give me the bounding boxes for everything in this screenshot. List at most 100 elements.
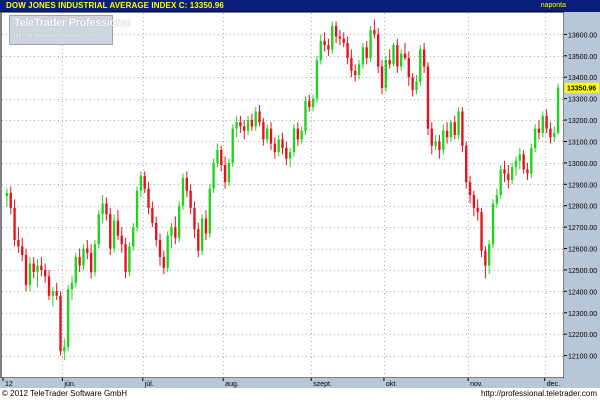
teletrader-logo: TeleTrader Professional http://professio… <box>9 15 131 45</box>
time-tick-label: jún. <box>63 381 75 388</box>
candle-body-up <box>82 248 85 266</box>
candle-body-down <box>78 257 81 266</box>
candle-body-down <box>105 203 108 215</box>
candle-body-down <box>549 128 552 138</box>
candle-body-down <box>197 229 200 251</box>
candle-body-down <box>453 122 456 136</box>
candles <box>5 19 560 360</box>
candle-body-down <box>507 173 510 181</box>
candle-body-down <box>411 77 414 91</box>
candle-body-down <box>258 111 261 123</box>
candle-body-up <box>457 111 460 136</box>
candle-body-up <box>51 291 55 296</box>
candle-body-down <box>522 154 525 170</box>
candle-body-down <box>334 25 338 37</box>
candle-body-down <box>476 207 479 213</box>
candle-body-up <box>510 167 514 181</box>
candle-body-down <box>346 42 349 58</box>
price-tick-label: 13100.00 <box>568 139 597 146</box>
candle-body-up <box>300 130 303 140</box>
candle-body-up <box>277 139 280 153</box>
candle-body-up <box>315 60 319 99</box>
candle-body-down <box>373 30 376 35</box>
candle-body-down <box>472 195 476 208</box>
candle-body-up <box>518 154 521 161</box>
candle-body-up <box>304 100 307 131</box>
candle-body-up <box>93 244 97 273</box>
price-tick-label: 12200.00 <box>568 332 597 339</box>
candle-body-up <box>514 160 518 168</box>
candle-body-up <box>231 128 234 163</box>
candle-body-down <box>445 130 449 138</box>
candle-body-down <box>9 192 12 208</box>
candle-body-down <box>296 128 299 140</box>
candle-body-up <box>5 192 9 197</box>
candle-body-up <box>556 87 560 133</box>
candle-body-down <box>537 128 541 133</box>
candle-body-down <box>174 227 177 238</box>
candle-body-up <box>266 128 269 140</box>
candle-body-down <box>155 222 158 240</box>
candle-body-down <box>116 220 120 236</box>
candle-body-down <box>262 122 265 140</box>
price-tick-label: 12900.00 <box>568 182 597 189</box>
candle-body-down <box>468 182 472 195</box>
logo-url: http://professional.teletrader.com <box>14 33 94 39</box>
candle-body-down <box>526 169 529 174</box>
candle-body-down <box>40 265 43 270</box>
candle-body-up <box>177 205 181 238</box>
candle-body-down <box>484 250 487 266</box>
time-axis-area <box>0 378 600 388</box>
candle-body-up <box>28 263 32 285</box>
candle-body-down <box>273 143 277 153</box>
candle-body-up <box>392 45 395 65</box>
candle-body-down <box>503 169 506 174</box>
candle-body-up <box>227 162 231 183</box>
candle-body-up <box>384 60 388 88</box>
candle-body-down <box>120 235 123 245</box>
time-tick-label: dec. <box>547 381 560 388</box>
candle-body-down <box>338 36 342 39</box>
candle-body-up <box>449 122 453 138</box>
candle-body-down <box>162 257 166 268</box>
price-tick-label: 12700.00 <box>568 225 597 232</box>
candle-body-down <box>44 269 47 277</box>
time-tick-label: szept. <box>313 381 332 388</box>
candle-body-down <box>461 111 464 146</box>
candle-body-up <box>132 227 135 247</box>
candle-body-down <box>377 34 380 67</box>
chart-window: DOW JONES INDUSTRIAL AVERAGE INDEX C: 13… <box>0 0 600 400</box>
candle-body-down <box>59 295 62 352</box>
plot-border <box>0 11 565 379</box>
price-tick-label: 13600.00 <box>568 32 597 39</box>
candle-body-down <box>239 122 242 127</box>
candle-body-down <box>193 207 196 230</box>
candle-body-up <box>128 246 131 273</box>
candle-body-up <box>63 347 66 352</box>
price-tick-label: 12800.00 <box>568 204 597 211</box>
candlestick-chart[interactable]: 12100.00 12200.00 12300.00 12400.00 12500.00… <box>0 0 600 400</box>
candle-body-up <box>553 132 556 138</box>
price-tick-label: 12300.00 <box>568 311 597 318</box>
candle-body-down <box>380 66 384 88</box>
price-tick-label: 12600.00 <box>568 247 597 254</box>
candle-body-up <box>415 81 418 91</box>
candle-body-down <box>403 53 407 58</box>
candle-body-down <box>285 147 288 159</box>
time-tick-label: 12 <box>5 381 13 388</box>
candle-body-down <box>365 47 368 58</box>
candle-body-up <box>170 227 173 236</box>
candle-body-down <box>47 276 51 296</box>
candle-body-down <box>124 244 127 273</box>
footer-link[interactable]: http://professional.teletrader.com <box>481 389 597 398</box>
candle-body-up <box>246 120 250 131</box>
candle-body-down <box>86 248 89 253</box>
candle-body-up <box>434 141 437 146</box>
candle-body-down <box>396 45 399 67</box>
candle-body-up <box>357 64 361 76</box>
candle-body-down <box>426 66 430 129</box>
time-tick-label: aug. <box>225 381 239 388</box>
candle-body-down <box>308 100 311 108</box>
candle-body-down <box>24 254 28 285</box>
candle-body-up <box>112 220 116 249</box>
